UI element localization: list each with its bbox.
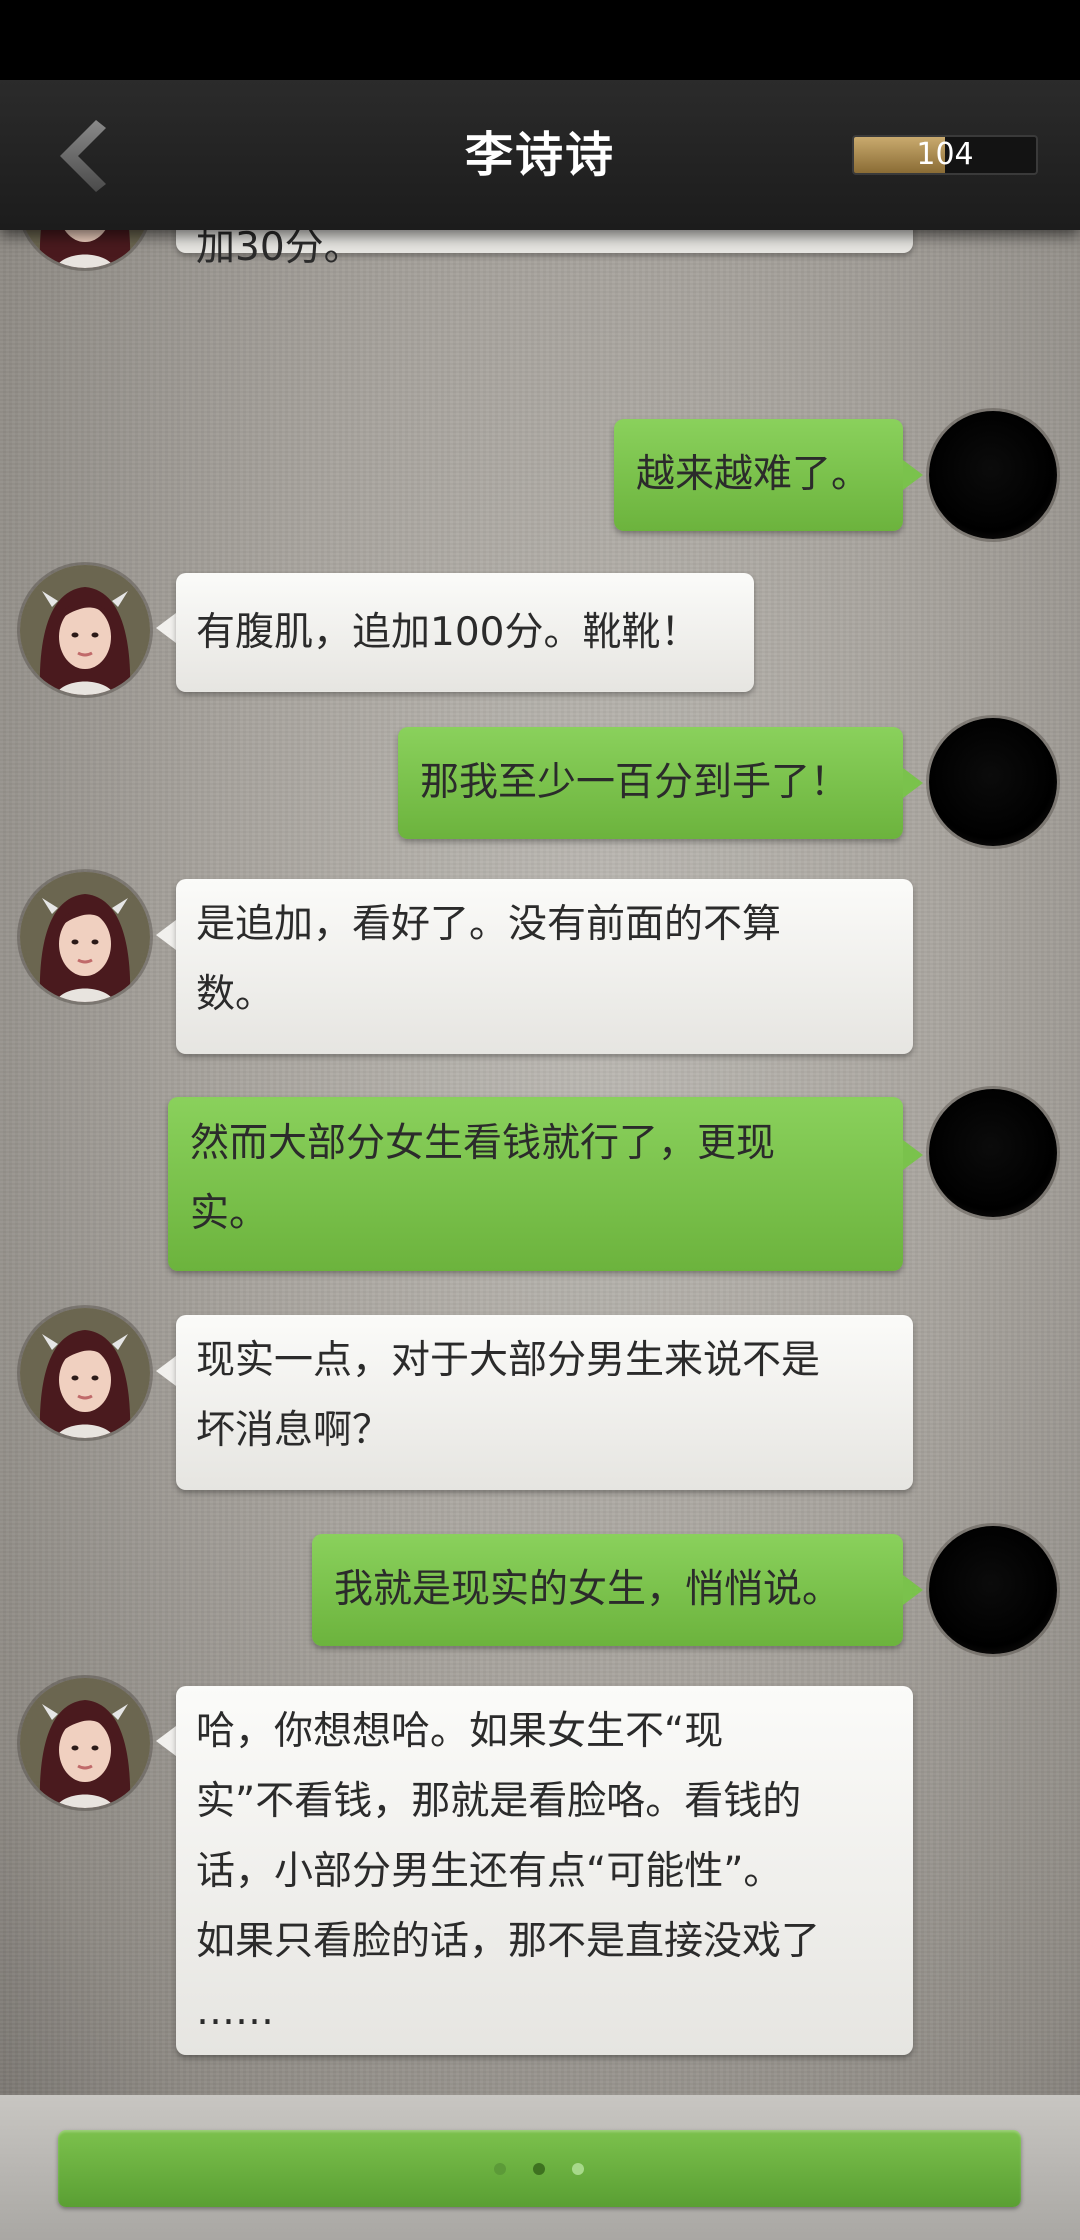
favorability-meter: 104 [852,135,1038,175]
typing-dot [533,2163,545,2175]
contact-avatar[interactable] [20,872,150,1002]
status-bar [0,0,1080,80]
message-bubble: 越来越难了。 [614,419,903,531]
player-avatar[interactable] [929,1526,1057,1654]
player-avatar[interactable] [929,411,1057,539]
chat-area[interactable]: 种用来更好地活着的功利主义智慧。 加30分。 越来越难了。 有腹肌，追加100分… [0,80,1080,2095]
contact-avatar[interactable] [20,1678,150,1808]
message-bubble: 有腹肌，追加100分。靴靴！ [176,573,754,692]
message-bubble: 我就是现实的女生，悄悄说。 [312,1534,903,1646]
reply-bar [0,2095,1080,2240]
message-bubble: 现实一点，对于大部分男生来说不是 坏消息啊？ [176,1315,913,1490]
player-avatar[interactable] [929,1089,1057,1217]
message-bubble: 那我至少一百分到手了！ [398,727,903,839]
contact-avatar[interactable] [20,1308,150,1438]
message-bubble: 是追加，看好了。没有前面的不算 数。 [176,879,913,1054]
reply-button[interactable] [58,2130,1021,2207]
favorability-value: 104 [916,137,974,172]
typing-dot [572,2163,584,2175]
player-avatar[interactable] [929,718,1057,846]
message-bubble: 哈，你想想哈。如果女生不“现 实”不看钱，那就是看脸咯。看钱的 话，小部分男生还… [176,1686,913,2055]
message-bubble: 然而大部分女生看钱就行了，更现 实。 [168,1097,903,1271]
typing-dot [494,2163,506,2175]
chat-header: 李诗诗 104 [0,80,1080,230]
contact-avatar[interactable] [20,565,150,695]
